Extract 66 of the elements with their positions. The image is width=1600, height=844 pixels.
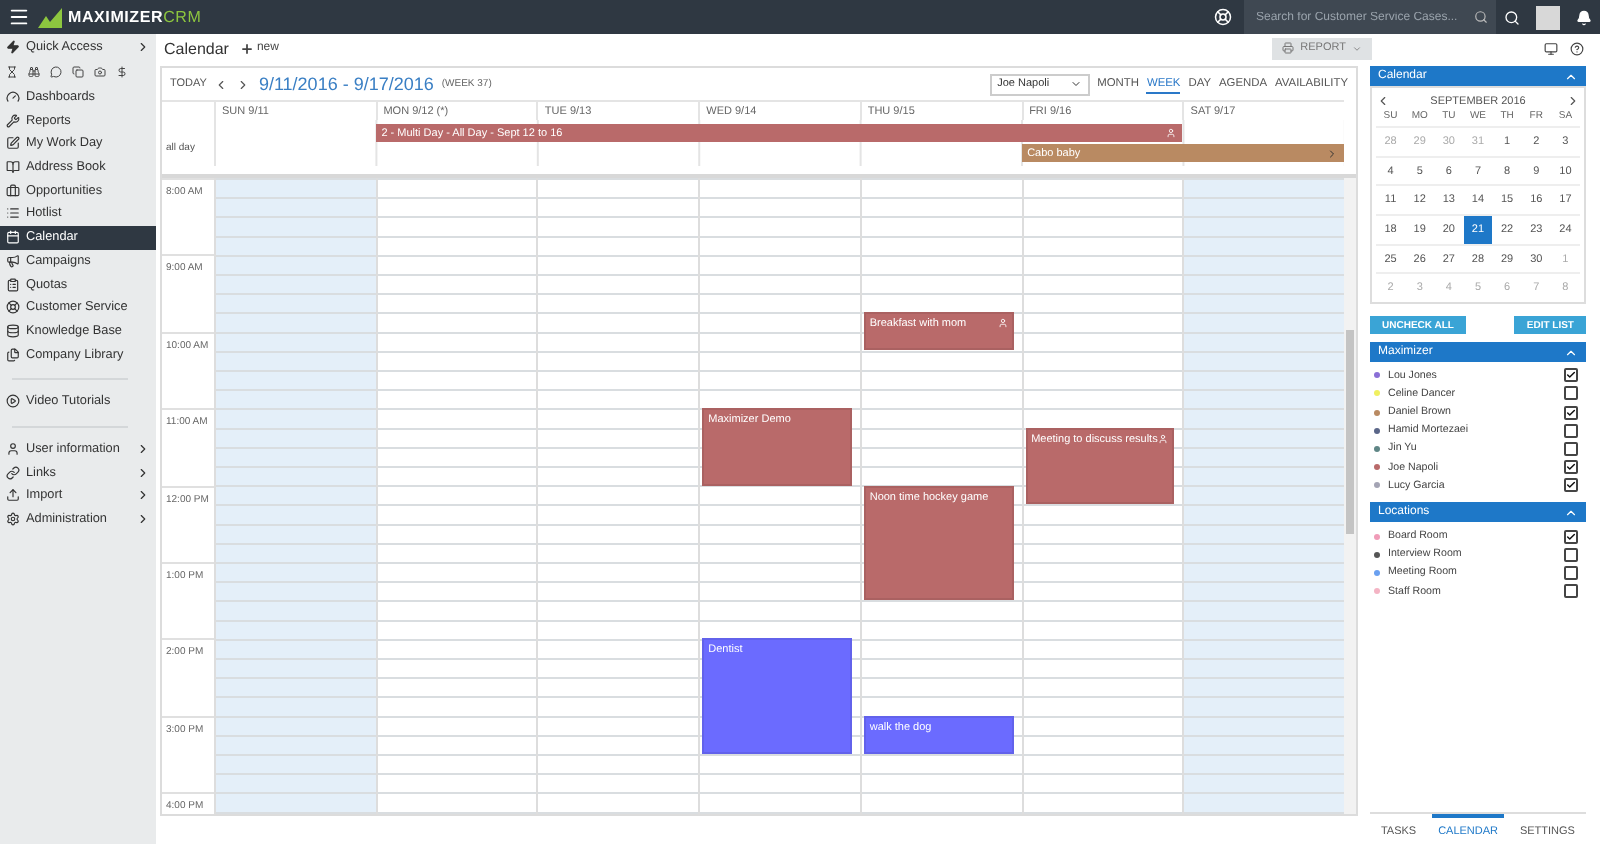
person-icon [1158,433,1169,444]
checkbox[interactable] [1564,423,1578,438]
menu-icon[interactable] [8,6,30,28]
logo-text: MAXIMIZERCRM [68,8,202,26]
user-icon [6,441,20,456]
settings-icon [6,512,20,527]
link-icon [6,465,20,480]
list-icon [6,206,20,221]
hourglass-icon[interactable] [6,66,18,79]
chevron-right-icon [136,40,150,55]
gauge-icon [6,90,20,105]
lightning-icon [6,40,20,55]
upload-icon [6,488,20,503]
chevron-right-icon [236,77,251,91]
checkbox[interactable] [1564,405,1578,420]
bell-icon[interactable] [1576,9,1592,25]
previous-month-icon[interactable] [1376,94,1390,108]
checkbox[interactable] [1564,368,1578,383]
checkbox[interactable] [1564,547,1578,562]
wrench-icon [6,113,20,128]
date-range: 9/11/2016 - 9/17/2016 [258,74,434,94]
calendar-icon [6,230,20,245]
checkbox[interactable] [1564,478,1578,493]
checkbox[interactable] [1564,565,1578,580]
chevron-down-icon [1069,78,1082,90]
lifebuoy-icon[interactable] [1214,8,1232,26]
check-icon [1566,368,1576,383]
copy-icon[interactable] [72,66,84,79]
book-icon [6,160,20,175]
chat-icon[interactable] [50,66,62,79]
chevron-up-icon [1564,505,1578,520]
logo-icon [38,7,62,27]
next-month-icon[interactable] [1566,94,1580,108]
next-button[interactable] [236,77,251,91]
camera-icon[interactable] [94,66,106,79]
checkbox[interactable] [1564,584,1578,599]
dollar-icon[interactable] [116,66,128,79]
chevron-left-icon [214,77,229,91]
pen-icon [6,136,20,151]
previous-button[interactable] [214,77,229,91]
person-icon [997,318,1008,329]
lifebuoy-icon [6,300,20,315]
help-icon[interactable] [1570,41,1584,55]
binoculars-icon[interactable] [28,66,40,79]
page-title: Calendar [164,39,229,57]
checkbox[interactable] [1564,529,1578,544]
avatar-placeholder[interactable] [1536,5,1560,29]
database-icon [6,323,20,338]
person-icon [1166,128,1177,138]
clipboard-icon [6,277,20,292]
chevron-right-icon [1326,147,1338,159]
monitor-icon[interactable] [1544,41,1558,55]
files-icon [6,347,20,362]
check-icon [1566,405,1576,420]
plus-icon [240,41,255,55]
play-icon [6,394,20,409]
checkbox[interactable] [1564,460,1578,475]
check-icon [1566,529,1576,544]
checkbox[interactable] [1564,441,1578,456]
caret-icon [1352,43,1362,53]
megaphone-icon [6,253,20,268]
chevron-up-icon [1564,69,1578,83]
checkbox[interactable] [1564,386,1578,401]
printer-icon [1282,42,1295,54]
chevron-up-icon [1564,345,1578,360]
briefcase-icon [6,183,20,198]
